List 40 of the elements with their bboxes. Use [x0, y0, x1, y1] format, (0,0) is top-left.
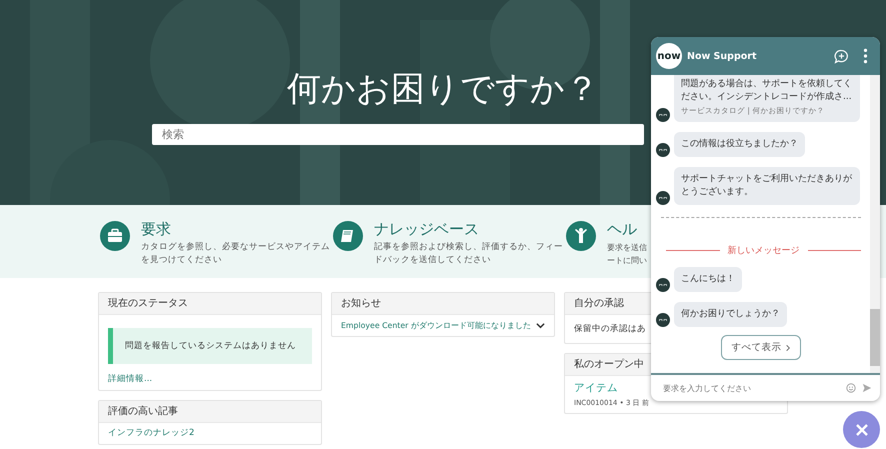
person-icon[interactable] [566, 221, 596, 251]
hero-title: 何かお困りですか？ [287, 68, 599, 111]
chevron-icon[interactable] [786, 344, 790, 352]
category-title[interactable]: ナレッジベース [374, 219, 479, 239]
approvals-text: 保留中の承認はあ [574, 323, 647, 336]
bot-avatar-icon [656, 108, 670, 122]
message-text: サポートチャットをご利用いただきありがとうございます。 [681, 173, 853, 199]
message-text: この情報は役立ちましたか？ [681, 138, 798, 151]
close-button[interactable] [843, 411, 880, 448]
close-icon[interactable] [854, 422, 868, 436]
scrollbar[interactable] [870, 75, 880, 373]
message-text: こんにちは！ [681, 273, 735, 286]
card-title: お知らせ [332, 293, 554, 315]
bot-avatar-icon [656, 143, 670, 157]
bot-avatar-icon [656, 278, 670, 292]
category-title[interactable]: 要求 [141, 219, 171, 239]
card-title: 現在のステータス [99, 293, 321, 315]
menu-icon[interactable] [863, 48, 868, 64]
request-link[interactable]: アイテム [574, 381, 618, 395]
briefcase-icon[interactable] [100, 221, 130, 251]
chevron-icon[interactable] [536, 321, 545, 330]
category-description: 要求を送信ートに問い [607, 242, 648, 267]
emoji-icon[interactable] [846, 383, 856, 393]
new-chat-icon[interactable] [833, 48, 850, 64]
card-title: 評価の高い記事 [99, 401, 321, 423]
status-alert: 問題を報告しているシステムはありません [108, 328, 312, 364]
book-icon[interactable] [333, 221, 363, 251]
search-field[interactable]: 検索 [152, 124, 644, 145]
logo: now [656, 43, 682, 69]
message-text: 問題がある場合は、サポートを依頼してください。インシデントレコードが作成さ... [681, 78, 853, 104]
category-title[interactable]: ヘル [607, 219, 637, 239]
category-description: カタログを参照し、必要なサービスやアイテムを見つけてください [141, 241, 331, 267]
new-messages-label: 新しいメッセージ [728, 244, 800, 257]
bot-avatar-icon [656, 191, 670, 205]
show-all-button[interactable]: すべて表示 [720, 335, 800, 360]
bot-avatar-icon [656, 313, 670, 327]
card-link[interactable]: インフラのナレッジ2 [108, 428, 194, 439]
chat-title: Now Support [687, 50, 758, 62]
card-link[interactable]: 詳細情報... [108, 374, 152, 385]
category-description: 記事を参照および検索し、評価するか、フィードバックを送信してください [374, 241, 564, 267]
